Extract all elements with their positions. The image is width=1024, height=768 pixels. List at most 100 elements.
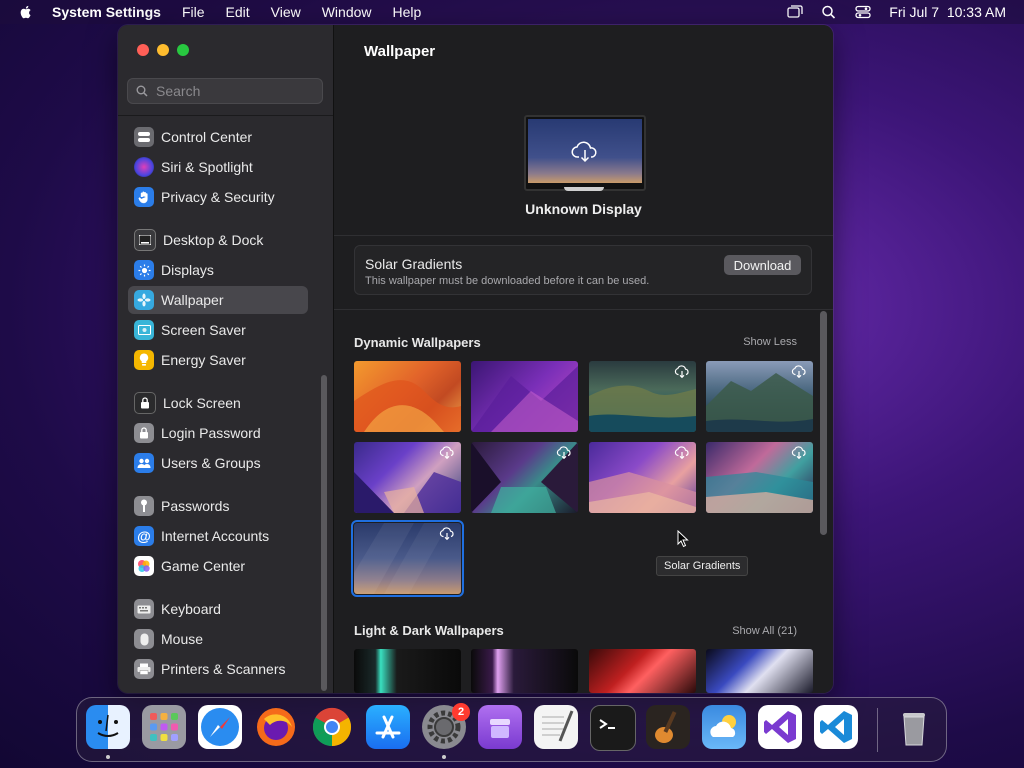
- sidebar-item-energy-saver[interactable]: Energy Saver: [128, 346, 308, 374]
- sidebar-item-label: Users & Groups: [161, 455, 261, 471]
- vscode-logo: [820, 711, 852, 743]
- printer-icon: [134, 659, 154, 679]
- archive-icon[interactable]: [478, 705, 522, 749]
- download-card-subtitle: This wallpaper must be downloaded before…: [365, 275, 650, 287]
- sidebar-scroll-thumb[interactable]: [321, 375, 327, 691]
- launchpad-icon[interactable]: [142, 705, 186, 749]
- sidebar-item-desktop-dock[interactable]: Desktop & Dock: [128, 226, 308, 254]
- finder-face: [97, 714, 119, 737]
- wallpaper-thumb-light-dark-3[interactable]: [589, 649, 696, 693]
- apple-logo-icon[interactable]: [18, 4, 34, 20]
- wallpaper-thumb-catalina-island[interactable]: [706, 361, 813, 432]
- trash-icon[interactable]: [892, 705, 936, 749]
- safari-icon[interactable]: [198, 705, 242, 749]
- sidebar-item-wallpaper[interactable]: Wallpaper: [128, 286, 308, 314]
- wallpaper-thumb-light-dark-4[interactable]: [706, 649, 813, 693]
- screen-saver-icon: [134, 320, 154, 340]
- show-all-link[interactable]: Show All (21): [732, 625, 797, 637]
- textedit-icon[interactable]: [534, 705, 578, 749]
- minimize-button[interactable]: [157, 44, 169, 56]
- sidebar-item-internet-accounts[interactable]: @ Internet Accounts: [128, 522, 308, 550]
- garageband-icon[interactable]: [646, 705, 690, 749]
- app-store-icon[interactable]: [366, 705, 410, 749]
- control-center-menubar-icon[interactable]: [855, 5, 871, 19]
- sidebar-item-control-center[interactable]: Control Center: [128, 123, 308, 151]
- search-icon: [136, 85, 148, 97]
- spotlight-search-icon[interactable]: [821, 5, 837, 19]
- search-field[interactable]: [127, 78, 323, 104]
- sidebar-item-passwords[interactable]: Passwords: [128, 492, 308, 520]
- sidebar-item-displays[interactable]: Displays: [128, 256, 308, 284]
- sidebar-item-label: Printers & Scanners: [161, 661, 286, 677]
- menu-file[interactable]: File: [182, 4, 205, 20]
- wallpaper-thumb-light-dark-2[interactable]: [471, 649, 578, 693]
- system-settings-running-indicator: [442, 755, 446, 759]
- wallpaper-thumb-light-dark-1[interactable]: [354, 649, 461, 693]
- sidebar-item-lock-screen[interactable]: Lock Screen: [128, 389, 308, 417]
- hand-icon: [134, 187, 154, 207]
- game-center-icon: [134, 556, 154, 576]
- display-name: Unknown Display: [525, 201, 642, 217]
- menu-help[interactable]: Help: [393, 4, 422, 20]
- cloud-download-icon: [439, 527, 454, 540]
- wallpaper-thumb-the-beach[interactable]: [706, 442, 813, 513]
- guitar-glyph: [655, 711, 677, 743]
- close-button[interactable]: [137, 44, 149, 56]
- terminal-prompt: [599, 719, 615, 729]
- wallpaper-thumb-ventura[interactable]: [354, 361, 461, 432]
- sidebar-item-label: Desktop & Dock: [163, 232, 264, 248]
- vscode-icon[interactable]: [814, 705, 858, 749]
- sidebar-item-label: Displays: [161, 262, 214, 278]
- sidebar-item-login-password[interactable]: Login Password: [128, 419, 308, 447]
- wallpaper-thumb-catalina-coast[interactable]: [589, 361, 696, 432]
- sidebar-item-screen-saver[interactable]: Screen Saver: [128, 316, 308, 344]
- chrome-logo: [312, 707, 352, 747]
- wallpaper-icon: [134, 290, 154, 310]
- sidebar-item-users-groups[interactable]: Users & Groups: [128, 449, 308, 477]
- menu-window[interactable]: Window: [322, 4, 372, 20]
- wallpaper-thumb-monterey[interactable]: [471, 361, 578, 432]
- menu-view[interactable]: View: [271, 4, 301, 20]
- keyboard-icon: [134, 599, 154, 619]
- firefox-icon[interactable]: [254, 705, 298, 749]
- sidebar-item-keyboard[interactable]: Keyboard: [128, 595, 308, 623]
- wallpaper-thumb-the-desert[interactable]: [589, 442, 696, 513]
- wallpaper-thumb-the-cliffs[interactable]: [354, 442, 461, 513]
- siri-icon: [134, 157, 154, 177]
- menu-edit[interactable]: Edit: [226, 4, 250, 20]
- wallpaper-thumb-the-lake[interactable]: [471, 442, 578, 513]
- sidebar-scrollbar[interactable]: [321, 375, 327, 693]
- sidebar-item-mouse[interactable]: Mouse: [128, 625, 308, 653]
- lock-icon: [134, 392, 156, 414]
- zoom-button[interactable]: [177, 44, 189, 56]
- show-less-link[interactable]: Show Less: [743, 336, 797, 348]
- terminal-icon[interactable]: [590, 705, 636, 751]
- sidebar-item-printers-scanners[interactable]: Printers & Scanners: [128, 655, 308, 683]
- energy-saver-icon: [134, 350, 154, 370]
- cloud-download-icon: [439, 446, 454, 459]
- finder-icon[interactable]: [86, 705, 130, 749]
- content-scrollbar[interactable]: [820, 311, 828, 693]
- search-input[interactable]: [154, 82, 318, 100]
- sidebar-item-label: Mouse: [161, 631, 204, 647]
- sidebar-item-label: Wallpaper: [161, 292, 224, 308]
- sidebar-item-game-center[interactable]: Game Center: [128, 552, 308, 580]
- download-card: Solar Gradients This wallpaper must be d…: [354, 245, 812, 295]
- sidebar-item-label: Siri & Spotlight: [161, 159, 253, 175]
- visual-studio-icon[interactable]: [758, 705, 802, 749]
- screen-mirroring-icon[interactable]: [787, 5, 803, 19]
- download-button[interactable]: Download: [724, 255, 801, 275]
- monitor-stand: [564, 187, 604, 191]
- control-center-icon: [134, 127, 154, 147]
- menu-app-name[interactable]: System Settings: [52, 4, 161, 20]
- weather-icon[interactable]: [702, 705, 746, 749]
- sidebar-item-label: Keyboard: [161, 601, 221, 617]
- sidebar-item-siri-spotlight[interactable]: Siri & Spotlight: [128, 153, 308, 181]
- wallpaper-thumb-solar-gradients[interactable]: [351, 520, 464, 597]
- menubar-clock[interactable]: Fri Jul 7 10:33 AM: [889, 4, 1006, 20]
- sidebar-item-label: Login Password: [161, 425, 261, 441]
- launchpad-grid: [150, 713, 178, 741]
- chrome-icon[interactable]: [310, 705, 354, 749]
- sidebar-item-privacy-security[interactable]: Privacy & Security: [128, 183, 308, 211]
- content-scroll-thumb[interactable]: [820, 311, 827, 535]
